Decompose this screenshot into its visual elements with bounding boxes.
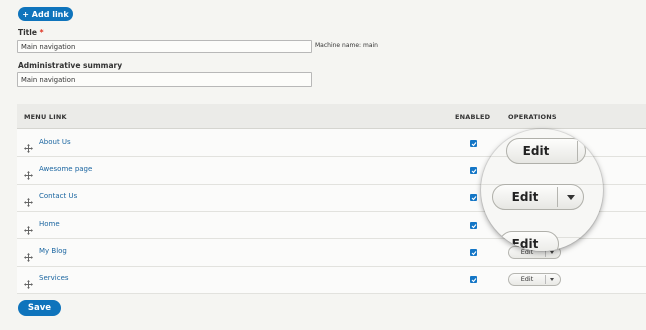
summary-label: Administrative summary xyxy=(18,61,123,70)
enabled-checkbox[interactable] xyxy=(470,276,477,283)
required-mark: * xyxy=(39,28,44,37)
edit-label: Edit xyxy=(520,275,534,283)
drag-handle-icon[interactable] xyxy=(24,138,33,153)
row-divider xyxy=(17,293,646,294)
add-link-button[interactable]: + Add link xyxy=(18,7,73,21)
enabled-checkbox[interactable] xyxy=(470,140,477,147)
edit-label: Edit xyxy=(522,144,550,158)
edit-label: Edit xyxy=(511,237,539,251)
header-enabled: ENABLED xyxy=(455,113,491,121)
edit-button-zoomed[interactable]: Edit xyxy=(506,138,599,164)
enabled-checkbox[interactable] xyxy=(470,194,477,201)
menu-link[interactable]: Contact Us xyxy=(39,192,77,200)
caret-down-icon[interactable] xyxy=(567,195,575,200)
title-label: Title * xyxy=(18,28,44,37)
edit-label: Edit xyxy=(511,190,539,204)
magnifier-overlay: Edit Edit Edit xyxy=(481,129,603,251)
menu-link[interactable]: About Us xyxy=(39,138,71,146)
caret-down-icon[interactable] xyxy=(550,278,554,281)
split-divider xyxy=(557,187,558,207)
summary-input[interactable]: Main navigation xyxy=(17,72,312,87)
menu-link[interactable]: My Blog xyxy=(39,247,67,255)
split-divider xyxy=(545,275,546,284)
drag-handle-icon[interactable] xyxy=(24,247,33,262)
enabled-checkbox[interactable] xyxy=(470,249,477,256)
title-label-text: Title xyxy=(18,28,37,37)
header-operations: OPERATIONS xyxy=(508,113,557,121)
title-input[interactable]: Main navigation xyxy=(17,40,312,53)
save-button[interactable]: Save xyxy=(18,300,61,316)
drag-handle-icon[interactable] xyxy=(24,165,33,180)
split-divider xyxy=(577,141,578,161)
menu-link[interactable]: Home xyxy=(39,220,60,228)
menu-link[interactable]: Awesome page xyxy=(39,165,92,173)
row-divider xyxy=(17,266,646,267)
drag-handle-icon[interactable] xyxy=(24,274,33,289)
edit-button-zoomed[interactable]: Edit xyxy=(492,184,584,210)
enabled-checkbox[interactable] xyxy=(470,167,477,174)
drag-handle-icon[interactable] xyxy=(24,192,33,207)
edit-button-zoomed[interactable]: Edit xyxy=(499,231,559,251)
enabled-checkbox[interactable] xyxy=(470,222,477,229)
edit-button[interactable]: Edit xyxy=(508,273,561,286)
drag-handle-icon[interactable] xyxy=(24,220,33,235)
menu-link[interactable]: Services xyxy=(39,274,69,282)
caret-down-icon[interactable] xyxy=(591,149,599,154)
machine-name: Machine name: main xyxy=(315,42,378,49)
header-menu-link: MENU LINK xyxy=(24,113,67,121)
caret-down-icon[interactable] xyxy=(550,251,554,254)
